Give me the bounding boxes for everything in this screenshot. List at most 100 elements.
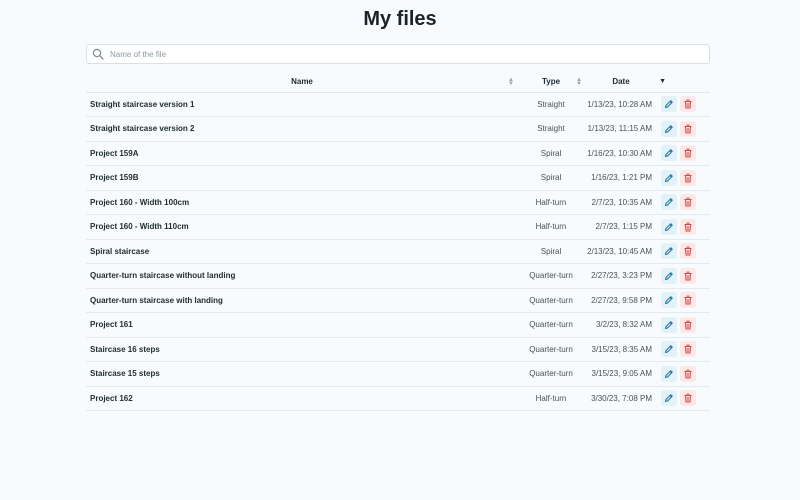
search-input[interactable]: [110, 49, 690, 59]
file-name[interactable]: Quarter-turn staircase without landing: [86, 264, 518, 289]
file-date: 2/27/23, 3:23 PM: [591, 271, 652, 281]
row-actions: [658, 215, 710, 240]
file-date: 1/16/23, 10:30 AM: [587, 148, 652, 158]
table-row[interactable]: Staircase 15 steps Quarter-turn 3/15/23, 9…: [86, 362, 710, 387]
file-name[interactable]: Project 162: [86, 386, 518, 411]
file-name[interactable]: Project 160 - Width 110cm: [86, 215, 518, 240]
edit-button[interactable]: [661, 169, 677, 186]
table-row[interactable]: Spiral staircase Spiral 2/13/23, 10:45 AM: [86, 239, 710, 264]
edit-button[interactable]: [661, 267, 677, 284]
row-actions: [658, 386, 710, 411]
file-date: 2/7/23, 10:35 AM: [591, 197, 653, 207]
table-row[interactable]: Project 159A Spiral 1/16/23, 10:30 AM: [86, 141, 710, 166]
row-actions: [658, 264, 710, 289]
row-actions: [658, 166, 710, 191]
trash-icon: [683, 344, 693, 354]
edit-button[interactable]: [661, 194, 677, 211]
table-row[interactable]: Straight staircase version 2 Straight 1/13…: [86, 117, 710, 142]
file-name[interactable]: Project 160 - Width 100cm: [86, 190, 518, 215]
file-type: Half-turn: [535, 197, 567, 207]
delete-button[interactable]: [680, 316, 696, 333]
trash-icon: [683, 271, 693, 281]
edit-button[interactable]: [661, 316, 677, 333]
file-type: Spiral: [540, 148, 562, 158]
edit-button[interactable]: [661, 292, 677, 309]
file-type: Quarter-turn: [529, 369, 573, 379]
file-date: 3/30/23, 7:08 PM: [591, 393, 652, 403]
delete-button[interactable]: [680, 365, 696, 382]
table-row[interactable]: Staircase 16 steps Quarter-turn 3/15/23, 8…: [86, 337, 710, 362]
delete-button[interactable]: [680, 96, 696, 113]
edit-button[interactable]: [661, 341, 677, 358]
table-header-row: Name ▲ ▼ Type ▲ ▼ Date ▼: [86, 72, 710, 93]
search-icon: [92, 48, 104, 60]
edit-button[interactable]: [661, 145, 677, 162]
page: My files Name ▲▼ Type ▲▼ Date: [0, 0, 800, 500]
file-date: 1/13/23, 10:28 AM: [587, 99, 652, 109]
table-row[interactable]: Project 160 - Width 110cm Half-turn 2/7/23…: [86, 215, 710, 240]
row-actions: [658, 362, 710, 387]
delete-button[interactable]: [680, 243, 696, 260]
table-row[interactable]: Quarter-turn staircase with landing Quart…: [86, 288, 710, 313]
column-header-type-label: Type: [541, 77, 561, 87]
column-header-date[interactable]: Date ▼: [584, 72, 666, 93]
table-row[interactable]: Project 160 - Width 100cm Half-turn 2/7/23…: [86, 190, 710, 215]
search-box[interactable]: [86, 44, 710, 64]
pencil-icon: [664, 148, 674, 158]
edit-button[interactable]: [661, 96, 677, 113]
trash-icon: [683, 295, 693, 305]
delete-button[interactable]: [680, 194, 696, 211]
pencil-icon: [664, 369, 674, 379]
file-name[interactable]: Project 159A: [86, 141, 518, 166]
delete-button[interactable]: [680, 169, 696, 186]
edit-button[interactable]: [661, 120, 677, 137]
delete-button[interactable]: [680, 390, 696, 407]
column-header-date-label: Date: [612, 77, 630, 87]
file-name[interactable]: Straight staircase version 1: [86, 92, 518, 117]
file-name[interactable]: Spiral staircase: [86, 239, 518, 264]
file-date: 3/15/23, 8:35 AM: [591, 344, 653, 354]
delete-button[interactable]: [680, 145, 696, 162]
row-actions: [658, 92, 710, 117]
delete-button[interactable]: [680, 292, 696, 309]
sort-icon[interactable]: ▲ ▼: [508, 77, 514, 87]
file-date: 3/2/23, 8:32 AM: [595, 320, 652, 330]
edit-button[interactable]: [661, 218, 677, 235]
file-date: 2/27/23, 9:58 PM: [591, 295, 652, 305]
delete-button[interactable]: [680, 120, 696, 137]
row-actions: [658, 141, 710, 166]
edit-button[interactable]: [661, 243, 677, 260]
sort-icon[interactable]: ▲ ▼: [576, 77, 582, 87]
delete-button[interactable]: [680, 218, 696, 235]
file-name[interactable]: Staircase 16 steps: [86, 337, 518, 362]
edit-button[interactable]: [661, 390, 677, 407]
file-name[interactable]: Project 161: [86, 313, 518, 338]
column-header-name[interactable]: Name ▲ ▼: [86, 72, 518, 93]
trash-icon: [683, 369, 693, 379]
delete-button[interactable]: [680, 341, 696, 358]
pencil-icon: [664, 393, 674, 403]
trash-icon: [683, 173, 693, 183]
table-row[interactable]: Project 161 Quarter-turn 3/2/23, 8:32 AM: [86, 313, 710, 338]
column-header-type[interactable]: Type ▲ ▼: [518, 72, 584, 93]
file-type: Straight: [537, 99, 565, 109]
trash-icon: [683, 197, 693, 207]
table-row[interactable]: Quarter-turn staircase without landing Qu…: [86, 264, 710, 289]
table-row[interactable]: Project 159B Spiral 1/16/23, 1:21 PM: [86, 166, 710, 191]
file-type: Spiral: [540, 173, 562, 183]
file-date: 1/13/23, 11:15 AM: [587, 124, 652, 134]
column-header-actions: [658, 72, 710, 93]
table-row[interactable]: Project 162 Half-turn 3/30/23, 7:08 PM: [86, 386, 710, 411]
edit-button[interactable]: [661, 365, 677, 382]
table-row[interactable]: Straight staircase version 1 Straight 1/13…: [86, 92, 710, 117]
delete-button[interactable]: [680, 267, 696, 284]
file-name[interactable]: Straight staircase version 2: [86, 117, 518, 142]
file-name[interactable]: Quarter-turn staircase with landing: [86, 288, 518, 313]
file-name[interactable]: Project 159B: [86, 166, 518, 191]
file-type: Spiral: [540, 246, 562, 256]
file-name[interactable]: Staircase 15 steps: [86, 362, 518, 387]
file-type: Half-turn: [535, 222, 567, 232]
row-actions: [658, 313, 710, 338]
trash-icon: [683, 246, 693, 256]
file-type: Quarter-turn: [529, 295, 573, 305]
